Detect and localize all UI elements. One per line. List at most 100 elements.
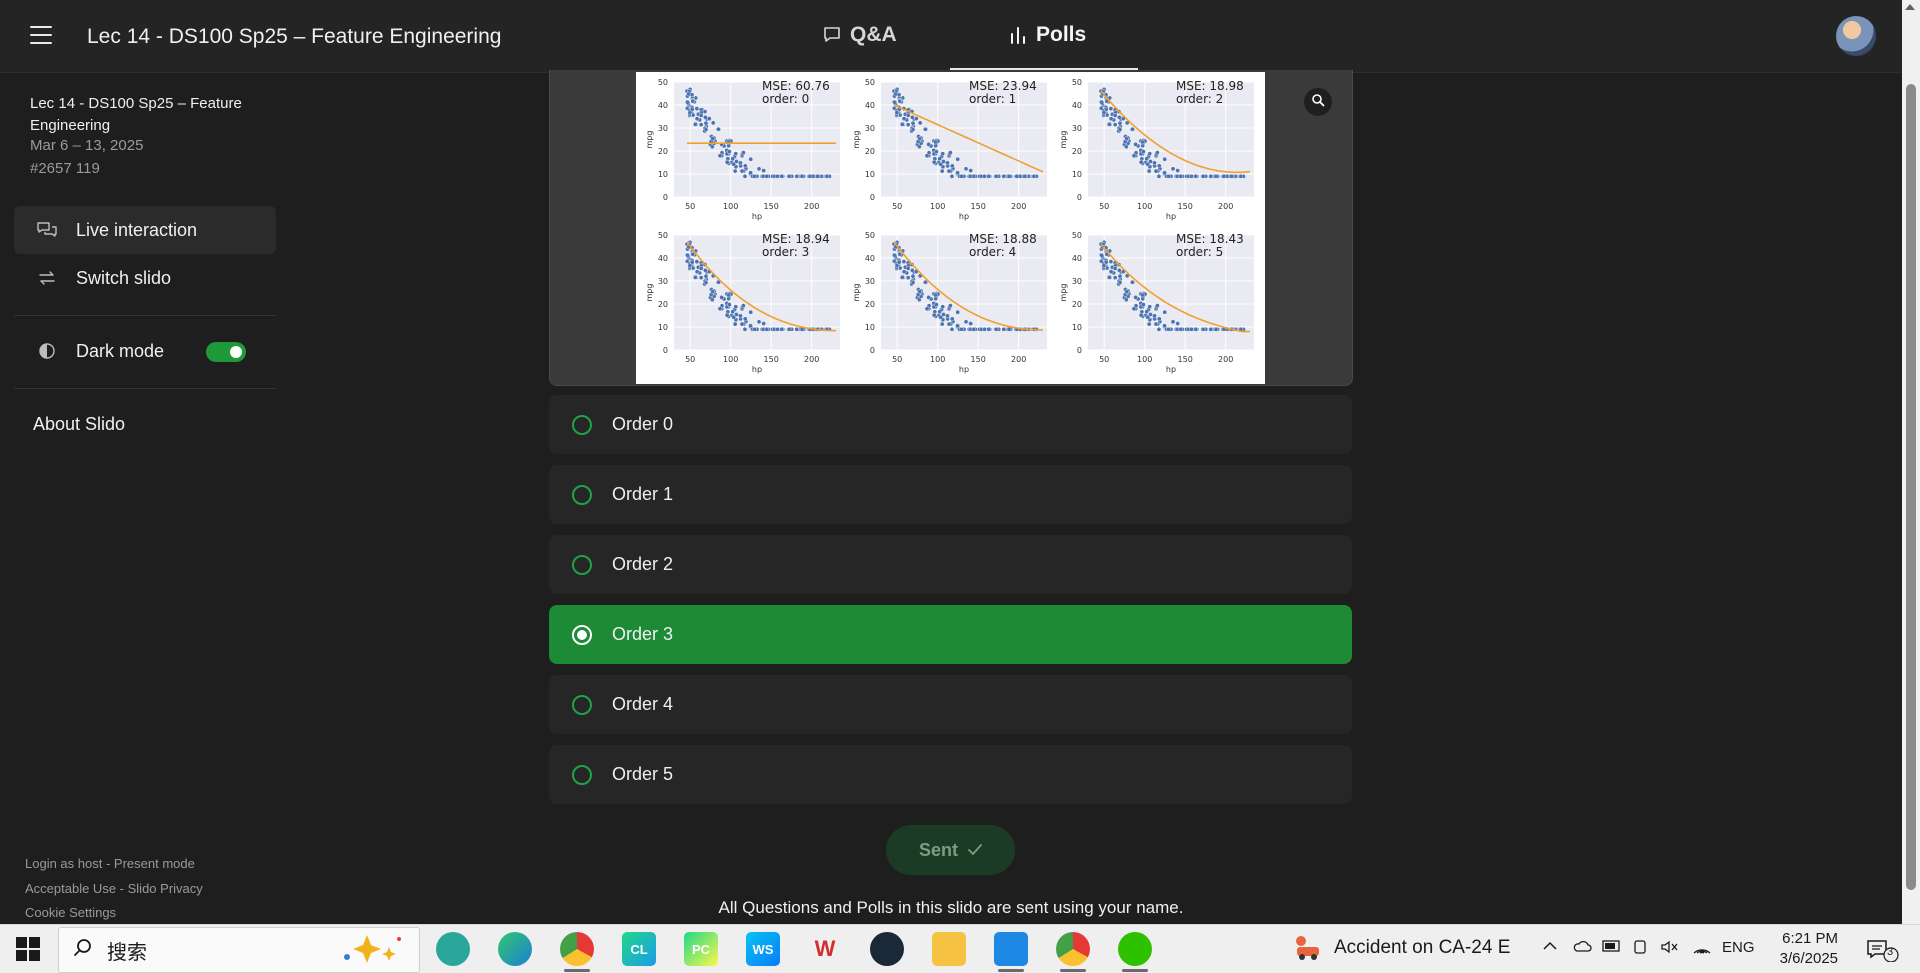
plot-panel: [1088, 82, 1254, 197]
battery-icon[interactable]: [1602, 939, 1622, 957]
data-point: [913, 116, 919, 121]
data-point: [938, 314, 944, 320]
chrome-alt-icon[interactable]: [1056, 932, 1090, 972]
radio-button-selected[interactable]: [572, 624, 592, 645]
poll-option-0[interactable]: Order 0: [549, 395, 1352, 454]
event-name: Lec 14 - DS100 Sp25 – Feature Engineerin…: [30, 95, 242, 134]
scrollbar-thumb[interactable]: [1906, 84, 1916, 890]
wps-icon[interactable]: W: [808, 932, 842, 966]
data-point: [1213, 174, 1219, 179]
poll-option-5[interactable]: Order 5: [549, 745, 1352, 804]
news-widget[interactable]: Accident on CA-24 E: [1334, 937, 1510, 959]
tab-qa[interactable]: Q&A: [822, 0, 897, 70]
poll-option-1[interactable]: Order 1: [549, 465, 1352, 524]
divider: [14, 315, 276, 316]
data-point: [901, 116, 907, 121]
windows-start-button[interactable]: [16, 937, 40, 961]
radio-button[interactable]: [572, 554, 592, 575]
y-tick-label: 40: [658, 254, 668, 263]
data-point: [1166, 174, 1171, 179]
poll-option-3[interactable]: Order 3: [549, 605, 1352, 664]
swap-arrows-icon: [34, 269, 60, 287]
language-indicator[interactable]: ENG: [1722, 939, 1755, 956]
data-point: [910, 120, 916, 126]
poll-image[interactable]: 0 10 20 30 40 50 50 100 150 200 MSE: 60.76 order: 0…: [636, 72, 1265, 384]
x-axis-label: hp: [752, 212, 762, 221]
data-point: [703, 280, 709, 285]
data-point: [741, 150, 746, 155]
brain-app-icon[interactable]: [436, 932, 470, 966]
data-point: [1031, 174, 1037, 179]
acceptable-use-link[interactable]: Acceptable Use: [25, 881, 116, 896]
avatar[interactable]: [1836, 16, 1876, 56]
x-axis-label: hp: [1166, 212, 1176, 221]
radio-button[interactable]: [572, 414, 592, 435]
data-point: [1146, 321, 1152, 327]
volume-muted-icon[interactable]: [1660, 939, 1680, 959]
scroll-up-arrow[interactable]: [1905, 4, 1915, 10]
sidebar-item-label: Live interaction: [76, 219, 198, 240]
data-point: [937, 309, 942, 315]
order-label: order: 1: [969, 92, 1016, 106]
taskbar-search-box[interactable]: 搜索: [58, 927, 420, 973]
chevron-up-icon[interactable]: [1542, 939, 1558, 957]
data-point: [894, 263, 900, 268]
poll-option-2[interactable]: Order 2: [549, 535, 1352, 594]
webstorm-icon[interactable]: WS: [746, 932, 780, 966]
radio-button[interactable]: [572, 694, 592, 715]
dark-mode-toggle[interactable]: [206, 342, 246, 362]
chrome-icon[interactable]: [560, 932, 594, 972]
data-point: [1200, 174, 1206, 179]
tab-polls[interactable]: Polls: [1008, 0, 1086, 70]
menu-icon[interactable]: [30, 26, 52, 44]
data-point: [939, 168, 945, 174]
sidebar-item-live-interaction[interactable]: Live interaction: [14, 206, 276, 254]
system-clock[interactable]: 6:21 PM 3/6/2025: [1766, 929, 1838, 969]
onedrive-icon[interactable]: [1572, 939, 1592, 957]
wifi-icon[interactable]: [1692, 939, 1712, 959]
y-axis-label: mpg: [1059, 284, 1068, 302]
radio-button[interactable]: [572, 764, 592, 785]
zoom-image-button[interactable]: [1304, 88, 1332, 116]
data-point: [1152, 313, 1157, 319]
poll-option-label: Order 3: [612, 624, 674, 644]
y-tick-label: 30: [1072, 277, 1082, 286]
x-tick-label: 200: [1218, 355, 1233, 364]
radio-button[interactable]: [572, 484, 592, 505]
notification-center-icon[interactable]: 3: [1866, 938, 1900, 967]
sent-button[interactable]: Sent: [886, 825, 1015, 875]
clion-icon[interactable]: CL: [622, 932, 656, 966]
data-point: [910, 115, 915, 120]
file-explorer-icon[interactable]: [932, 932, 966, 966]
data-point: [730, 309, 735, 315]
login-as-host-link[interactable]: Login as host: [25, 856, 102, 871]
order-label: order: 3: [762, 245, 809, 259]
data-point: [901, 259, 907, 264]
pycharm-icon[interactable]: PC: [684, 932, 718, 966]
y-tick-label: 20: [658, 147, 668, 156]
device-icon[interactable]: [1632, 939, 1648, 959]
x-tick-label: 50: [892, 202, 902, 211]
vscode-icon[interactable]: [994, 932, 1028, 972]
present-mode-link[interactable]: Present mode: [114, 856, 195, 871]
privacy-link[interactable]: Slido Privacy: [128, 881, 203, 896]
data-point: [1147, 304, 1153, 309]
event-dates: Mar 6 – 13, 2025: [30, 137, 144, 154]
sidebar-item-switch-slido[interactable]: Switch slido: [14, 254, 276, 302]
data-point: [924, 153, 930, 159]
data-point: [917, 120, 923, 126]
wechat-icon[interactable]: [1118, 932, 1152, 972]
x-tick-label: 50: [892, 355, 902, 364]
edge-icon[interactable]: [498, 932, 532, 966]
about-slido-link[interactable]: About Slido: [33, 414, 125, 435]
data-point: [716, 126, 721, 132]
x-tick-label: 100: [930, 202, 945, 211]
data-point: [968, 321, 973, 326]
steam-icon[interactable]: [870, 932, 904, 966]
data-point: [1141, 302, 1146, 307]
poll-option-4[interactable]: Order 4: [549, 675, 1352, 734]
data-point: [939, 321, 945, 327]
data-point: [1006, 326, 1012, 332]
data-point: [730, 156, 735, 162]
data-point: [993, 326, 999, 332]
